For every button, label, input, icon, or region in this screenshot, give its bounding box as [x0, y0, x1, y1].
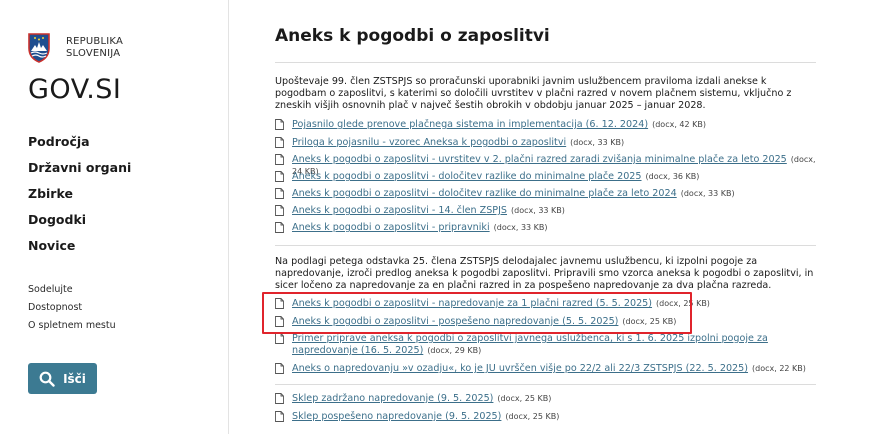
file-icon — [275, 316, 284, 327]
republic-line-2: SLOVENIJA — [66, 48, 121, 59]
document-meta: (docx, 33 KB) — [570, 138, 625, 147]
divider — [275, 245, 816, 246]
document-item: Sklep pospešeno napredovanje (9. 5. 2025… — [275, 411, 820, 428]
file-icon — [275, 137, 284, 148]
document-item: Pojasnilo glede prenove plačnega sistema… — [275, 119, 820, 137]
nav-item-o-spletnem-mestu[interactable]: O spletnem mestu — [28, 320, 116, 338]
document-meta: (docx, 22 KB) — [752, 364, 806, 373]
divider — [275, 62, 816, 63]
document-meta: (docx, 25 KB) — [505, 412, 560, 421]
search-button-label: Išči — [63, 371, 86, 386]
document-link[interactable]: Pojasnilo glede prenove plačnega sistema… — [292, 119, 648, 130]
document-item: Aneks k pogodbi o zaposlitvi - pripravni… — [275, 222, 820, 239]
secondary-navigation: Sodelujte Dostopnost O spletnem mestu — [28, 284, 116, 338]
document-meta: (docx, 29 KB) — [427, 346, 482, 355]
document-item: Sklep zadržano napredovanje (9. 5. 2025)… — [275, 393, 820, 411]
file-icon — [275, 205, 284, 216]
document-link[interactable]: Aneks k pogodbi o zaposlitvi - pripravni… — [292, 222, 490, 233]
divider — [275, 384, 816, 385]
document-item: Primer priprave aneksa k pogodbi o zapos… — [275, 333, 820, 363]
document-list-3: Sklep zadržano napredovanje (9. 5. 2025)… — [275, 393, 820, 428]
main-navigation: Področja Državni organi Zbirke Dogodki N… — [28, 134, 131, 264]
document-link[interactable]: Aneks k pogodbi o zaposlitvi - določitev… — [292, 171, 642, 182]
document-item: Aneks o napredovanju »v ozadju«, ko je J… — [275, 363, 820, 380]
coat-of-arms-icon — [28, 33, 50, 63]
republic-label: REPUBLIKA SLOVENIJA — [66, 33, 123, 60]
nav-item-drzavni-organi[interactable]: Državni organi — [28, 160, 131, 186]
intro-paragraph-2: Na podlagi petega odstavka 25. člena ZST… — [275, 256, 814, 291]
document-item: Aneks k pogodbi o zaposlitvi - uvrstitev… — [275, 154, 820, 176]
nav-item-novice[interactable]: Novice — [28, 238, 131, 264]
document-meta: (docx, 25 KB) — [622, 317, 677, 326]
file-icon — [275, 411, 284, 422]
document-item: Aneks k pogodbi o zaposlitvi - 14. člen … — [275, 205, 820, 222]
file-icon — [275, 363, 284, 374]
document-link[interactable]: Primer priprave aneksa k pogodbi o zapos… — [292, 333, 768, 356]
file-icon — [275, 298, 284, 309]
file-icon — [275, 154, 284, 165]
republic-line-1: REPUBLIKA — [66, 36, 124, 47]
file-icon — [275, 171, 284, 182]
document-item: Aneks k pogodbi o zaposlitvi - napredova… — [275, 298, 820, 316]
file-icon — [275, 333, 284, 344]
document-meta: (docx, 25 KB) — [497, 394, 552, 403]
page-title: Aneks k pogodbi o zaposlitvi — [275, 26, 550, 46]
intro-paragraph-1: Upoštevaje 99. člen ZSTSPJS so proračuns… — [275, 76, 792, 111]
document-link[interactable]: Aneks k pogodbi o zaposlitvi - uvrstitev… — [292, 154, 787, 165]
logo[interactable]: REPUBLIKA SLOVENIJA — [28, 33, 123, 63]
document-meta: (docx, 25 KB) — [656, 299, 710, 308]
document-link[interactable]: Aneks o napredovanju »v ozadju«, ko je J… — [292, 363, 748, 374]
search-button[interactable]: Išči — [28, 363, 97, 394]
search-icon — [39, 371, 55, 387]
site-name[interactable]: GOV.SI — [28, 74, 121, 105]
file-icon — [275, 222, 284, 233]
document-link[interactable]: Sklep pospešeno napredovanje (9. 5. 2025… — [292, 411, 501, 422]
nav-item-dogodki[interactable]: Dogodki — [28, 212, 131, 238]
document-link[interactable]: Aneks k pogodbi o zaposlitvi - napredova… — [292, 298, 652, 309]
nav-item-dostopnost[interactable]: Dostopnost — [28, 302, 116, 320]
document-item: Aneks k pogodbi o zaposlitvi - pospešeno… — [275, 316, 820, 333]
document-link[interactable]: Aneks k pogodbi o zaposlitvi - pospešeno… — [292, 316, 618, 327]
document-item: Aneks k pogodbi o zaposlitvi - določitev… — [275, 188, 820, 205]
document-meta: (docx, 42 KB) — [652, 120, 706, 129]
document-meta: (docx, 36 KB) — [645, 172, 700, 181]
document-link[interactable]: Priloga k pojasnilu - vzorec Aneksa k po… — [292, 137, 566, 148]
nav-item-podrocja[interactable]: Področja — [28, 134, 131, 160]
document-meta: (docx, 33 KB) — [511, 206, 565, 215]
file-icon — [275, 188, 284, 199]
nav-item-sodelujte[interactable]: Sodelujte — [28, 284, 116, 302]
nav-item-zbirke[interactable]: Zbirke — [28, 186, 131, 212]
file-icon — [275, 393, 284, 404]
document-list-2: Aneks k pogodbi o zaposlitvi - napredova… — [275, 298, 820, 380]
document-list-1: Pojasnilo glede prenove plačnega sistema… — [275, 119, 820, 239]
sidebar: REPUBLIKA SLOVENIJA GOV.SI Področja Drža… — [0, 0, 229, 434]
document-link[interactable]: Aneks k pogodbi o zaposlitvi - 14. člen … — [292, 205, 507, 216]
file-icon — [275, 119, 284, 130]
document-item: Priloga k pojasnilu - vzorec Aneksa k po… — [275, 137, 820, 154]
document-meta: (docx, 33 KB) — [493, 223, 548, 232]
document-meta: (docx, 33 KB) — [680, 189, 735, 198]
document-link[interactable]: Aneks k pogodbi o zaposlitvi - določitev… — [292, 188, 677, 199]
document-link[interactable]: Sklep zadržano napredovanje (9. 5. 2025) — [292, 393, 493, 404]
